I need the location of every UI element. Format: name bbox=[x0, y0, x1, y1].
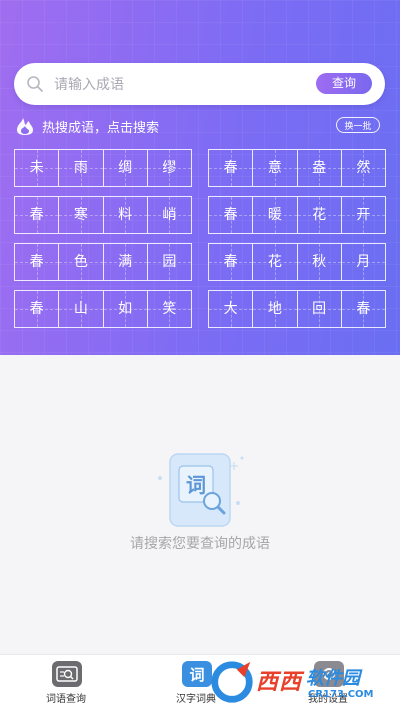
idiom-char: 地 bbox=[267, 301, 282, 317]
idiom-char: 月 bbox=[356, 254, 371, 270]
idiom-char: 如 bbox=[118, 301, 133, 317]
idiom-char: 花 bbox=[267, 254, 282, 270]
watermark-url: CR173.COM bbox=[308, 689, 374, 700]
idiom-char: 春 bbox=[223, 207, 238, 223]
idiom-char: 绸 bbox=[118, 160, 133, 176]
idiom-char: 春 bbox=[356, 301, 371, 317]
idiom-char: 意 bbox=[267, 160, 282, 176]
idiom-card[interactable]: 未雨绸缪 bbox=[14, 149, 192, 187]
hot-search-title: 热搜成语，点击搜索 bbox=[42, 121, 160, 136]
search-input[interactable] bbox=[52, 72, 316, 98]
idiom-char: 未 bbox=[29, 160, 44, 176]
idiom-char-cell: 如 bbox=[103, 291, 148, 327]
empty-search-illustration: 词 bbox=[158, 453, 244, 527]
idiom-char-cell: 春 bbox=[15, 244, 60, 280]
idiom-char: 缪 bbox=[162, 160, 177, 176]
idiom-char-cell: 回 bbox=[297, 291, 342, 327]
idiom-char-cell: 春 bbox=[209, 244, 254, 280]
idiom-char: 大 bbox=[223, 301, 238, 317]
idiom-search-icon bbox=[52, 661, 82, 687]
idiom-char: 满 bbox=[118, 254, 133, 270]
idiom-char-cell: 然 bbox=[341, 150, 386, 186]
site-watermark: 西西 软件园 CR173.COM bbox=[208, 658, 398, 708]
hot-search-header: 热搜成语，点击搜索 换一批 bbox=[14, 116, 386, 136]
refresh-button[interactable]: 换一批 bbox=[336, 117, 380, 133]
idiom-card[interactable]: 春花秋月 bbox=[208, 243, 386, 281]
idiom-char-cell: 未 bbox=[15, 150, 60, 186]
idiom-char: 盎 bbox=[312, 160, 327, 176]
idiom-char: 寒 bbox=[73, 207, 88, 223]
idiom-char: 花 bbox=[312, 207, 327, 223]
idiom-char: 笑 bbox=[162, 301, 177, 317]
idiom-char: 春 bbox=[29, 301, 44, 317]
idiom-char-cell: 料 bbox=[103, 197, 148, 233]
idiom-char: 园 bbox=[162, 254, 177, 270]
idiom-char-cell: 春 bbox=[209, 150, 254, 186]
fire-icon bbox=[17, 118, 33, 135]
idiom-char-cell: 绸 bbox=[103, 150, 148, 186]
idiom-char: 料 bbox=[118, 207, 133, 223]
idiom-char: 春 bbox=[223, 160, 238, 176]
idiom-char: 春 bbox=[223, 254, 238, 270]
idiom-char-cell: 春 bbox=[15, 291, 60, 327]
idiom-char-cell: 春 bbox=[209, 197, 254, 233]
idiom-char: 春 bbox=[29, 254, 44, 270]
idiom-char-cell: 地 bbox=[253, 291, 298, 327]
tab-label: 词语查询 bbox=[46, 694, 86, 705]
idiom-char: 开 bbox=[356, 207, 371, 223]
idiom-char-cell: 大 bbox=[209, 291, 254, 327]
idiom-char-cell: 满 bbox=[103, 244, 148, 280]
empty-icon-char: 词 bbox=[186, 473, 206, 497]
idiom-char-cell: 花 bbox=[297, 197, 342, 233]
search-bar: 查询 bbox=[14, 63, 385, 105]
idiom-char: 色 bbox=[73, 254, 88, 270]
idiom-char-cell: 秋 bbox=[297, 244, 342, 280]
watermark-brand: 西西 bbox=[256, 670, 303, 695]
idiom-char-cell: 色 bbox=[59, 244, 104, 280]
idiom-card[interactable]: 春暖花开 bbox=[208, 196, 386, 234]
query-button[interactable]: 查询 bbox=[316, 73, 372, 94]
idiom-char-cell: 月 bbox=[341, 244, 386, 280]
idiom-char-cell: 暖 bbox=[253, 197, 298, 233]
idiom-char: 雨 bbox=[73, 160, 88, 176]
idiom-char-cell: 开 bbox=[341, 197, 386, 233]
idiom-char-cell: 盎 bbox=[297, 150, 342, 186]
idiom-char-cell: 花 bbox=[253, 244, 298, 280]
idiom-card[interactable]: 春意盎然 bbox=[208, 149, 386, 187]
search-icon bbox=[27, 76, 43, 92]
idiom-char: 暖 bbox=[267, 207, 282, 223]
watermark-brand-2: 软件园 bbox=[306, 668, 360, 689]
idiom-char-cell: 寒 bbox=[59, 197, 104, 233]
idiom-char-cell: 雨 bbox=[59, 150, 104, 186]
idiom-char-cell: 缪 bbox=[147, 150, 192, 186]
idiom-char: 春 bbox=[29, 207, 44, 223]
idiom-char: 回 bbox=[312, 301, 327, 317]
idiom-char-cell: 笑 bbox=[147, 291, 192, 327]
idiom-char-cell: 意 bbox=[253, 150, 298, 186]
idiom-char: 然 bbox=[356, 160, 371, 176]
idiom-char-cell: 山 bbox=[59, 291, 104, 327]
tab-idiom-search[interactable]: 词语查询 bbox=[6, 655, 126, 712]
idiom-char-cell: 峭 bbox=[147, 197, 192, 233]
watermark-logo-icon bbox=[211, 661, 253, 703]
idiom-char: 峭 bbox=[162, 207, 177, 223]
idiom-card[interactable]: 春山如笑 bbox=[14, 290, 192, 328]
idiom-char-cell: 春 bbox=[15, 197, 60, 233]
idiom-card[interactable]: 春色满园 bbox=[14, 243, 192, 281]
idiom-char: 山 bbox=[73, 301, 88, 317]
idiom-card[interactable]: 大地回春 bbox=[208, 290, 386, 328]
idiom-char-cell: 春 bbox=[341, 291, 386, 327]
idiom-char: 秋 bbox=[312, 254, 327, 270]
idiom-card[interactable]: 春寒料峭 bbox=[14, 196, 192, 234]
dictionary-icon-char: 词 bbox=[189, 666, 204, 684]
empty-state-message: 请搜索您要查询的成语 bbox=[130, 536, 270, 552]
idiom-char-cell: 园 bbox=[147, 244, 192, 280]
